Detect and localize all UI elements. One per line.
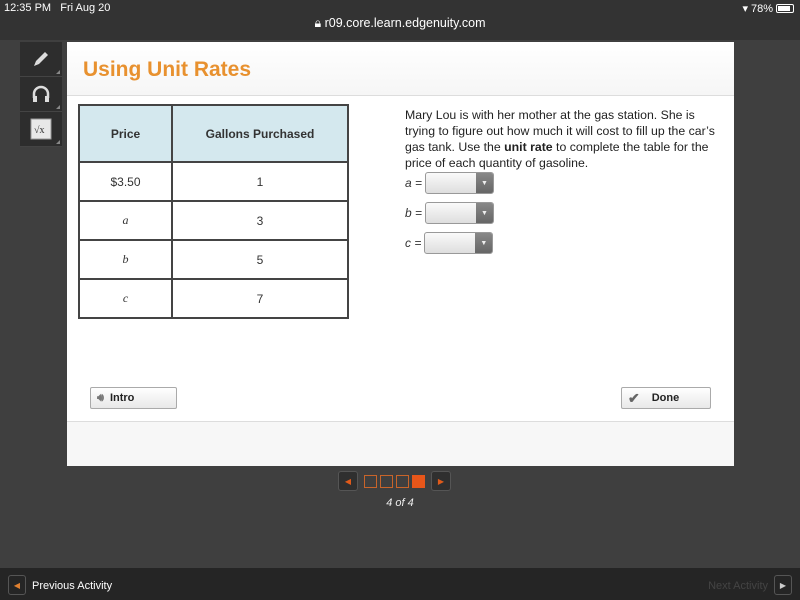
answer-label: a =: [405, 176, 423, 190]
gallons-cell: 3: [171, 200, 349, 241]
next-activity-label: Next Activity: [708, 580, 768, 592]
gallons-cell: 7: [171, 278, 349, 319]
answer-a-dropdown[interactable]: ▼: [425, 172, 495, 194]
triangle-left-icon: ◀: [344, 476, 352, 486]
calculator-tool-button[interactable]: √x: [20, 112, 62, 147]
next-activity-button: ▶: [774, 575, 792, 595]
gallons-cell: 1: [171, 161, 349, 202]
status-indicators: ▾ 78%: [742, 2, 794, 15]
speaker-icon: 🔊︎: [97, 391, 104, 404]
intro-button[interactable]: 🔊︎ Intro: [90, 387, 177, 409]
page-navigator: ◀ ▶: [338, 471, 451, 491]
price-cell: $3.50: [78, 161, 173, 202]
lock-icon: 🔒︎: [314, 16, 322, 30]
table-header-gallons: Gallons Purchased: [171, 104, 349, 163]
chevron-down-icon: ▼: [475, 233, 493, 253]
audio-tool-button[interactable]: [20, 77, 62, 112]
headphones-icon: [32, 85, 50, 102]
page-title: Using Unit Rates: [83, 58, 252, 81]
previous-activity-label[interactable]: Previous Activity: [32, 580, 112, 592]
previous-activity-button[interactable]: ◀: [8, 575, 26, 595]
table-row: b5: [78, 239, 349, 280]
price-table: Price Gallons Purchased $3.50 1 a3 b5 c7: [78, 104, 349, 319]
calculator-icon: √x: [30, 118, 52, 140]
tool-sidebar: √x: [20, 42, 62, 147]
svg-text:√x: √x: [34, 125, 45, 136]
panel-header: Using Unit Rates: [67, 42, 734, 96]
activity-nav-bar: ◀ Previous Activity Next Activity ▶: [0, 568, 800, 600]
chevron-down-icon: ▼: [476, 173, 494, 193]
gallons-cell: 5: [171, 239, 349, 280]
page-4-indicator[interactable]: [412, 474, 425, 488]
page-2-indicator[interactable]: [380, 474, 393, 488]
status-bar: 12:35 PM Fri Aug 20 ▾ 78% 🔒︎ r09.core.le…: [0, 0, 800, 40]
answer-c: c = ▼: [405, 232, 494, 254]
triangle-right-icon: ▶: [779, 580, 787, 590]
triangle-left-icon: ◀: [13, 580, 21, 590]
checkmark-icon: ✔: [628, 389, 640, 406]
price-cell: b: [78, 239, 173, 280]
answer-label: b =: [405, 206, 423, 220]
panel-footer: [67, 421, 734, 466]
question-text: Mary Lou is with her mother at the gas s…: [405, 108, 715, 170]
chevron-down-icon: ▼: [476, 203, 494, 223]
price-cell: a: [78, 200, 173, 241]
answer-label: c =: [405, 236, 422, 250]
status-time: 12:35 PM Fri Aug 20: [4, 2, 111, 14]
battery-percent: 78%: [750, 2, 773, 15]
answer-b-dropdown[interactable]: ▼: [425, 202, 495, 224]
previous-page-button[interactable]: ◀: [338, 471, 358, 491]
page-count: 4 of 4: [386, 497, 414, 509]
pencil-icon: [34, 52, 48, 66]
answer-a: a = ▼: [405, 172, 495, 194]
wifi-icon: ▾: [742, 3, 748, 15]
table-row: c7: [78, 278, 349, 319]
answer-c-dropdown[interactable]: ▼: [424, 232, 494, 254]
table-row: $3.50 1: [78, 161, 349, 202]
battery-icon: [776, 4, 794, 13]
done-button[interactable]: ✔ Done: [621, 387, 711, 409]
table-row: a3: [78, 200, 349, 241]
activity-panel: Using Unit Rates Price Gallons Purchased…: [67, 42, 734, 466]
price-cell: c: [78, 278, 173, 319]
page-3-indicator[interactable]: [396, 474, 409, 488]
address-bar[interactable]: 🔒︎ r09.core.learn.edgenuity.com: [0, 16, 800, 31]
triangle-right-icon: ▶: [437, 476, 445, 486]
answer-b: b = ▼: [405, 202, 495, 224]
pencil-tool-button[interactable]: [20, 42, 62, 77]
table-header-price: Price: [78, 104, 173, 163]
next-page-button[interactable]: ▶: [431, 471, 451, 491]
page-1-indicator[interactable]: [364, 474, 377, 488]
